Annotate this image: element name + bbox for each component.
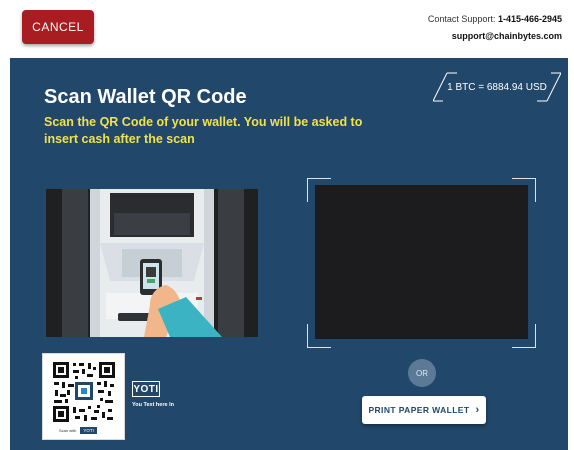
chevron-right-icon: ›	[475, 404, 480, 416]
instruction-illustration	[46, 189, 258, 337]
scanner-corner	[512, 178, 536, 202]
print-paper-wallet-label: PRINT PAPER WALLET	[368, 405, 470, 415]
exchange-rate-badge: 1 BTC = 6884.94 USD	[433, 72, 561, 102]
exchange-rate-text: 1 BTC = 6884.94 USD	[447, 81, 547, 93]
support-phone[interactable]: 1-415-466-2945	[498, 14, 562, 24]
page-title: Scan Wallet QR Code	[44, 86, 247, 108]
top-bar: CANCEL Contact Support: 1-415-466-2945 s…	[10, 0, 568, 58]
support-email[interactable]: support@chainbytes.com	[428, 28, 562, 45]
cancel-button[interactable]: CANCEL	[22, 10, 94, 44]
or-divider: OR	[408, 359, 436, 387]
page-instructions: Scan the QR Code of your wallet. You wil…	[44, 115, 363, 146]
qr-scanner-frame	[307, 178, 536, 348]
scanner-corner	[512, 324, 536, 348]
print-paper-wallet-button[interactable]: PRINT PAPER WALLET ›	[362, 396, 486, 424]
scanner-corner	[307, 324, 331, 348]
camera-preview	[315, 185, 528, 339]
scanner-corner	[307, 178, 331, 202]
qr-code-icon	[51, 360, 117, 424]
support-prefix: Contact Support:	[427, 14, 498, 24]
yoti-qr-card: Scan with YOTI	[42, 353, 125, 440]
yoti-logo: YOTI	[132, 381, 160, 397]
yoti-mini-logo: YOTI	[79, 426, 98, 435]
scan-with-label: Scan with	[59, 428, 77, 433]
main-panel: 1 BTC = 6884.94 USD Scan Wallet QR Code …	[10, 58, 568, 450]
contact-support: Contact Support: 1-415-466-2945 support@…	[428, 11, 562, 45]
yoti-tagline: You Text here In	[132, 402, 174, 408]
scan-with-yoti: Scan with YOTI	[59, 426, 98, 435]
